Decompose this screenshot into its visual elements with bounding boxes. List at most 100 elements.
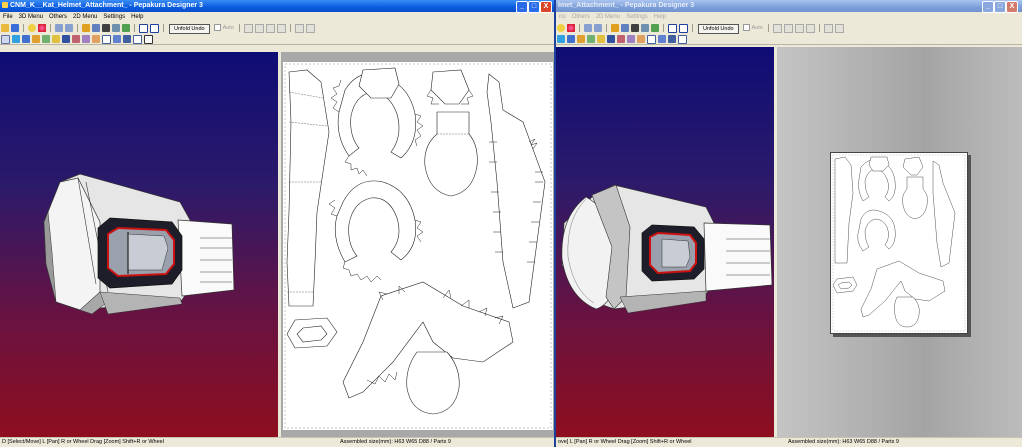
- menu-others[interactable]: Others: [572, 13, 590, 22]
- unfold-undo-button[interactable]: Unfold Undo: [169, 24, 210, 34]
- light-icon[interactable]: [28, 24, 36, 32]
- title-bar[interactable]: lmet_Attachment_ - Pepakura Designer 3 _…: [556, 0, 1022, 13]
- viewport-3d[interactable]: [0, 52, 278, 437]
- glue-icon[interactable]: [82, 35, 90, 43]
- auto-checkbox[interactable]: Auto: [213, 24, 234, 32]
- maximize-button[interactable]: □: [528, 1, 540, 13]
- menu-2d[interactable]: 2D Menu: [596, 13, 620, 22]
- menu-3d[interactable]: 3D Menu: [19, 13, 43, 22]
- minimize-button[interactable]: _: [982, 1, 994, 13]
- menu-settings[interactable]: Settings: [103, 13, 125, 22]
- table-icon[interactable]: [123, 35, 131, 43]
- edge-icon[interactable]: [12, 35, 20, 43]
- anchor-icon[interactable]: [631, 24, 639, 32]
- layout-icon[interactable]: [92, 35, 100, 43]
- align-left-icon[interactable]: [243, 24, 253, 33]
- fill-icon[interactable]: [577, 35, 585, 43]
- menu-file[interactable]: File: [3, 13, 13, 22]
- window-title: CNM_K__Kat_Helmet_Attachment_ - Pepakura…: [10, 2, 203, 9]
- undo-icon[interactable]: [55, 24, 63, 32]
- window2-icon[interactable]: [150, 24, 159, 33]
- rotate-icon[interactable]: [621, 24, 629, 32]
- menu-settings[interactable]: Settings: [626, 13, 648, 22]
- part-icon[interactable]: [587, 35, 595, 43]
- sphere-icon[interactable]: [567, 24, 575, 32]
- left-window: CNM_K__Kat_Helmet_Attachment_ - Pepakura…: [0, 0, 556, 447]
- light-icon[interactable]: [557, 24, 565, 32]
- anchor-icon[interactable]: [102, 24, 110, 32]
- toolbar-secondary: [0, 34, 556, 45]
- pointer-icon[interactable]: [1, 35, 10, 44]
- glue-icon[interactable]: [627, 35, 635, 43]
- join-icon[interactable]: [122, 24, 130, 32]
- open-icon[interactable]: [1, 24, 9, 32]
- zoom-out-icon[interactable]: [305, 24, 315, 33]
- table-icon[interactable]: [668, 35, 676, 43]
- pen-icon[interactable]: [611, 24, 619, 32]
- close-button[interactable]: X: [540, 1, 552, 13]
- redo-icon[interactable]: [65, 24, 73, 32]
- menu-3d[interactable]: nu: [559, 13, 566, 22]
- window-icon[interactable]: [668, 24, 677, 33]
- texture-icon[interactable]: [567, 35, 575, 43]
- save-icon[interactable]: [11, 24, 19, 32]
- sphere-icon[interactable]: [38, 24, 46, 32]
- scissor-icon[interactable]: [72, 35, 80, 43]
- fill-icon[interactable]: [32, 35, 40, 43]
- undo-icon[interactable]: [584, 24, 592, 32]
- print-icon[interactable]: [597, 35, 605, 43]
- align-left-icon[interactable]: [772, 24, 782, 33]
- paper-sheet: [283, 62, 553, 430]
- grid-icon[interactable]: [133, 35, 142, 44]
- menu-2d[interactable]: 2D Menu: [73, 13, 97, 22]
- scissor-icon[interactable]: [617, 35, 625, 43]
- status-hint: ove] L [Pan] R or Wheel Drag [Zoom] Shif…: [558, 439, 692, 445]
- align-center-icon[interactable]: [783, 24, 793, 33]
- flap-icon[interactable]: [607, 35, 615, 43]
- title-bar[interactable]: CNM_K__Kat_Helmet_Attachment_ - Pepakura…: [0, 0, 556, 13]
- grid-icon[interactable]: [678, 35, 687, 44]
- image-icon[interactable]: [658, 35, 666, 43]
- number-icon[interactable]: [647, 35, 656, 44]
- close-button[interactable]: X: [1006, 1, 1018, 13]
- texture-icon[interactable]: [22, 35, 30, 43]
- menu-others[interactable]: Others: [49, 13, 67, 22]
- viewport-2d[interactable]: [777, 47, 1022, 437]
- auto-label: Auto: [751, 25, 763, 31]
- align-bottom-icon[interactable]: [276, 24, 286, 33]
- menu-help[interactable]: Help: [131, 13, 143, 22]
- split-icon[interactable]: [112, 24, 120, 32]
- zoom-in-icon[interactable]: [294, 24, 304, 33]
- window-icon[interactable]: [139, 24, 148, 33]
- part-icon[interactable]: [42, 35, 50, 43]
- rotate-icon[interactable]: [92, 24, 100, 32]
- page-icon[interactable]: [144, 35, 153, 44]
- split-icon[interactable]: [641, 24, 649, 32]
- auto-label: Auto: [222, 25, 234, 31]
- maximize-button[interactable]: □: [994, 1, 1006, 13]
- align-bottom-icon[interactable]: [805, 24, 815, 33]
- join-icon[interactable]: [651, 24, 659, 32]
- print-icon[interactable]: [52, 35, 60, 43]
- layout-icon[interactable]: [637, 35, 645, 43]
- redo-icon[interactable]: [594, 24, 602, 32]
- zoom-in-icon[interactable]: [823, 24, 833, 33]
- flap-icon[interactable]: [62, 35, 70, 43]
- align-center-icon[interactable]: [254, 24, 264, 33]
- zoom-out-icon[interactable]: [834, 24, 844, 33]
- image-icon[interactable]: [113, 35, 121, 43]
- pen-icon[interactable]: [82, 24, 90, 32]
- window2-icon[interactable]: [679, 24, 688, 33]
- menu-help[interactable]: Help: [654, 13, 666, 22]
- number-icon[interactable]: [102, 35, 111, 44]
- status-hint: D [Select/Move] L [Pan] R or Wheel Drag …: [2, 439, 164, 445]
- edge-icon[interactable]: [557, 35, 565, 43]
- assembled-size: Assembled size(mm): H63 W65 D88 / Parts …: [788, 439, 899, 445]
- align-top-icon[interactable]: [794, 24, 804, 33]
- viewport-2d[interactable]: [281, 52, 556, 437]
- minimize-button[interactable]: _: [516, 1, 528, 13]
- viewport-3d[interactable]: [556, 47, 774, 437]
- unfold-undo-button[interactable]: Unfold Undo: [698, 24, 739, 34]
- auto-checkbox[interactable]: Auto: [742, 24, 763, 32]
- align-top-icon[interactable]: [265, 24, 275, 33]
